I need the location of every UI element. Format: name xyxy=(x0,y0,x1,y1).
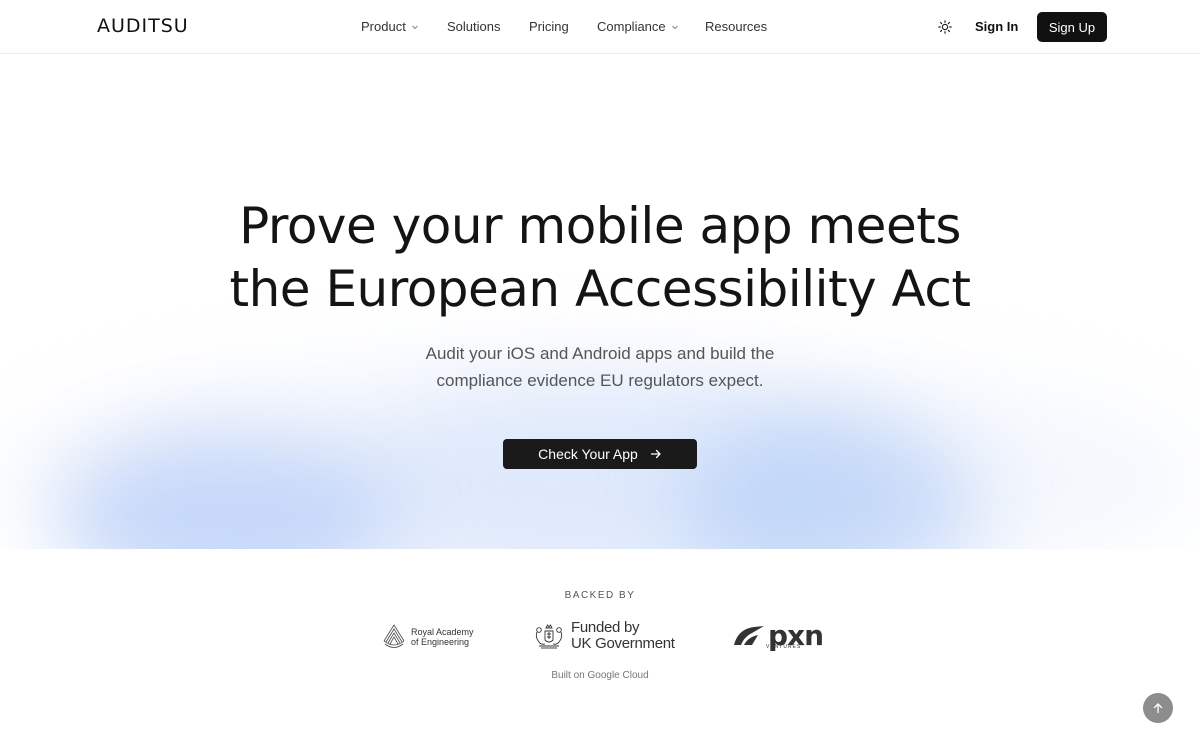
sun-icon xyxy=(938,20,952,34)
royal-academy-emblem-icon xyxy=(383,624,405,648)
hero-section: Prove your mobile app meets the European… xyxy=(0,55,1200,549)
sign-in-link[interactable]: Sign In xyxy=(975,19,1018,34)
logo-text-line: Royal Academy xyxy=(411,627,474,637)
nav-item-product[interactable]: Product xyxy=(361,19,419,34)
arrow-right-icon xyxy=(650,449,661,459)
nav-item-label: Compliance xyxy=(597,19,666,34)
background-glow xyxy=(60,435,390,549)
chevron-down-icon xyxy=(411,25,418,29)
hero-subheading: Audit your iOS and Android apps and buil… xyxy=(400,340,800,394)
theme-toggle-button[interactable] xyxy=(935,17,955,37)
backed-by-label: BACKED BY xyxy=(564,590,636,601)
hero-headline: Prove your mobile app meets the European… xyxy=(0,195,1200,321)
logo-text-line: of Engineering xyxy=(411,637,470,647)
main-nav: Product Solutions Pricing Compliance Res… xyxy=(0,0,1200,54)
chevron-down-icon xyxy=(671,25,678,29)
scroll-to-top-button[interactable] xyxy=(1143,693,1173,723)
nav-item-label: Product xyxy=(361,19,406,34)
royal-academy-of-engineering-logo: Royal Academy of Engineering xyxy=(382,622,474,652)
arrow-up-icon xyxy=(1153,703,1163,714)
built-on-google-cloud-text: Built on Google Cloud xyxy=(551,670,649,681)
nav-item-label: Resources xyxy=(705,19,768,34)
nav-item-solutions[interactable]: Solutions xyxy=(447,19,500,34)
pxn-swoosh-mark-icon xyxy=(734,626,764,645)
pxn-subtitle: VENTURES xyxy=(766,644,802,650)
background-glow xyxy=(680,415,980,549)
nav-item-label: Solutions xyxy=(447,19,501,34)
pxn-ventures-logo: pxn VENTURES xyxy=(732,620,824,652)
nav-item-resources[interactable]: Resources xyxy=(705,19,767,34)
hero-headline-line: the European Accessibility Act xyxy=(229,260,971,318)
sign-up-button[interactable]: Sign Up xyxy=(1037,12,1107,42)
hero-headline-line: Prove your mobile app meets xyxy=(239,197,961,255)
hero-subheading-line: Audit your iOS and Android apps and buil… xyxy=(425,344,775,363)
funded-by-uk-government-logo: Funded by UK Government xyxy=(533,620,675,652)
cta-label: Check Your App xyxy=(538,446,638,462)
check-your-app-button[interactable]: Check Your App xyxy=(503,439,697,469)
nav-item-pricing[interactable]: Pricing xyxy=(529,19,569,34)
hero-subheading-line: compliance evidence EU regulators expect… xyxy=(436,371,764,390)
nav-item-compliance[interactable]: Compliance xyxy=(597,19,679,34)
top-navigation-bar: AUDITSU Product Solutions Pricing Compli… xyxy=(0,0,1200,54)
logo-text-line: Funded by xyxy=(571,619,640,636)
logo-text-line: UK Government xyxy=(571,635,675,652)
nav-item-label: Pricing xyxy=(529,19,569,34)
royal-coat-of-arms-icon xyxy=(535,624,563,649)
